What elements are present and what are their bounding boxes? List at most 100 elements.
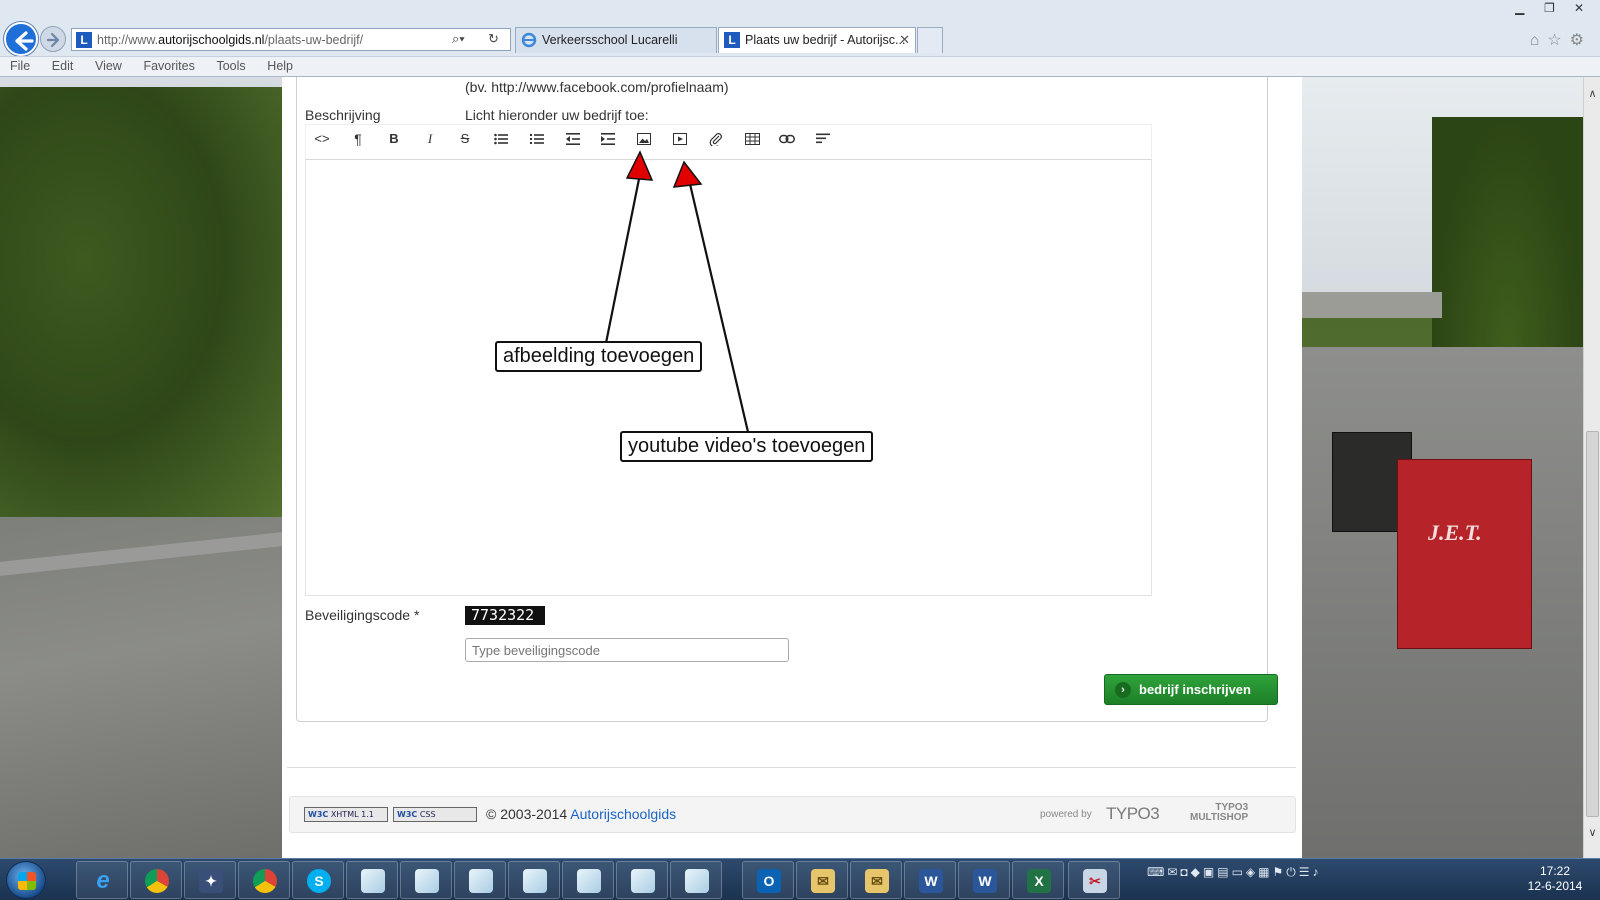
menu-favorites[interactable]: Favorites	[143, 57, 194, 76]
image-icon[interactable]	[629, 124, 659, 154]
flag-icon[interactable]: ⚑	[1272, 865, 1286, 879]
taskbar-paper-3[interactable]	[454, 861, 506, 899]
outlook-tray-icon[interactable]: ◘	[1180, 865, 1190, 879]
close-window-icon[interactable]: ✕	[1566, 1, 1592, 18]
close-tab-icon[interactable]: ✕	[899, 28, 910, 52]
notes-icon[interactable]: ◆	[1191, 865, 1203, 879]
multishop-logo[interactable]: TYPO3 MULTISHOP	[1190, 803, 1248, 823]
taskbar-mail-2[interactable]: ✉	[850, 861, 902, 899]
menu-help[interactable]: Help	[267, 57, 293, 76]
video-icon[interactable]	[665, 124, 695, 154]
captcha-image: 7732322	[465, 606, 545, 625]
start-button[interactable]	[6, 861, 46, 899]
keyboard-icon[interactable]: ⌨	[1147, 865, 1167, 879]
volume-icon[interactable]: ♪	[1313, 865, 1322, 879]
menu-bar: File Edit View Favorites Tools Help	[0, 56, 1600, 76]
italic-icon[interactable]: I	[415, 124, 445, 154]
restore-icon[interactable]: ❐	[1536, 1, 1562, 18]
home-icon[interactable]: ⌂	[1530, 32, 1548, 49]
taskbar-app[interactable]: ✦	[184, 861, 236, 899]
paragraph-icon[interactable]: ¶	[343, 124, 373, 154]
network-icon[interactable]: ▦	[1258, 865, 1272, 879]
taskbar-excel[interactable]: X	[1012, 861, 1064, 899]
clock-time: 17:22	[1539, 864, 1571, 878]
refresh-icon[interactable]: ↻	[488, 31, 499, 47]
tab-verkeersschool[interactable]: Verkeersschool Lucarelli	[515, 27, 717, 53]
taskbar-paper-7[interactable]	[670, 861, 722, 899]
app-icon: ✦	[199, 869, 223, 893]
chrome-icon	[145, 869, 169, 893]
align-icon[interactable]	[808, 124, 838, 154]
taskbar-outlook[interactable]: O	[742, 861, 794, 899]
back-button[interactable]	[4, 22, 38, 56]
description-editor[interactable]	[305, 159, 1152, 596]
description-label: Beschrijving	[305, 107, 381, 123]
favorites-star-icon[interactable]: ☆	[1547, 32, 1569, 49]
bold-icon[interactable]: B	[379, 124, 409, 154]
taskbar-skype[interactable]: S	[292, 861, 344, 899]
search-icon[interactable]: ⌕▾	[452, 31, 465, 47]
power-icon[interactable]: ⏻	[1286, 865, 1299, 879]
taskbar-word-2[interactable]: W	[958, 861, 1010, 899]
link-icon[interactable]	[772, 124, 802, 154]
taskbar-mail-1[interactable]: ✉	[796, 861, 848, 899]
taskbar-clock[interactable]: 17:22 12-6-2014	[1520, 864, 1590, 894]
menu-edit[interactable]: Edit	[52, 57, 74, 76]
tab-plaats-uw-bedrijf[interactable]: L Plaats uw bedrijf - Autorijsc... ✕	[718, 27, 916, 53]
taskbar-paper-6[interactable]	[616, 861, 668, 899]
shield-icon[interactable]: ◈	[1246, 865, 1258, 879]
paper-icon	[415, 869, 439, 893]
excel-icon: X	[1027, 869, 1051, 893]
minimize-icon[interactable]: ▁	[1507, 1, 1533, 18]
typo3-logo[interactable]: TYPO3	[1106, 804, 1160, 824]
taskbar-paper-1[interactable]	[346, 861, 398, 899]
site-favicon-icon: L	[76, 32, 92, 48]
w3c-css-badge[interactable]: W3C CSS	[393, 807, 477, 822]
mail-tray-icon[interactable]: ✉	[1167, 865, 1180, 879]
printer-icon[interactable]: ▤	[1217, 865, 1231, 879]
taskbar-chrome[interactable]	[130, 861, 182, 899]
taskbar-paper-2[interactable]	[400, 861, 452, 899]
tool-icon[interactable]: ▣	[1203, 865, 1217, 879]
indent-icon[interactable]	[593, 124, 623, 154]
footer-divider	[287, 767, 1296, 768]
bullet-list-icon[interactable]	[486, 124, 516, 154]
copyright-link[interactable]: Autorijschoolgids	[570, 806, 676, 822]
taskbar-paper-4[interactable]	[508, 861, 560, 899]
taskbar-snipping[interactable]: ✂	[1068, 861, 1120, 899]
table-icon[interactable]	[737, 124, 767, 154]
file-link-icon[interactable]	[701, 124, 731, 154]
word-icon: W	[919, 869, 943, 893]
captcha-label: Beveiligingscode *	[305, 607, 420, 623]
video-callout: youtube video's toevoegen	[620, 431, 874, 462]
menu-tools[interactable]: Tools	[216, 57, 245, 76]
scroll-thumb[interactable]	[1586, 431, 1599, 817]
paper-icon	[523, 869, 547, 893]
wifi-icon[interactable]: ☰	[1299, 865, 1313, 879]
submit-button[interactable]: › bedrijf inschrijven	[1104, 674, 1278, 705]
menu-view[interactable]: View	[95, 57, 122, 76]
taskbar-word-1[interactable]: W	[904, 861, 956, 899]
browser-tools: ⌂☆⚙	[1530, 30, 1592, 50]
battery-icon[interactable]: ▭	[1232, 865, 1246, 879]
taskbar-chrome-2[interactable]	[238, 861, 290, 899]
word-icon: W	[973, 869, 997, 893]
forward-button[interactable]	[40, 26, 66, 52]
image-callout: afbeelding toevoegen	[495, 341, 703, 372]
vertical-scrollbar[interactable]: ∧ ∨	[1583, 77, 1600, 858]
taskbar-ie[interactable]: e	[76, 861, 128, 899]
taskbar-paper-5[interactable]	[562, 861, 614, 899]
new-tab-button[interactable]	[917, 27, 943, 53]
address-url[interactable]: http://www.autorijschoolgids.nl/plaats-u…	[97, 33, 363, 47]
address-bar[interactable]: L http://www.autorijschoolgids.nl/plaats…	[71, 28, 511, 51]
numbered-list-icon[interactable]	[522, 124, 552, 154]
menu-file[interactable]: File	[10, 57, 30, 76]
outdent-icon[interactable]	[558, 124, 588, 154]
w3c-xhtml-badge[interactable]: W3C XHTML 1.1	[304, 807, 388, 822]
captcha-input[interactable]	[465, 638, 789, 662]
strikethrough-icon[interactable]: S	[450, 124, 480, 154]
html-source-icon[interactable]: <>	[307, 124, 337, 154]
scroll-up-icon[interactable]: ∧	[1586, 87, 1599, 103]
scroll-down-icon[interactable]: ∨	[1586, 826, 1599, 842]
settings-gear-icon[interactable]: ⚙	[1570, 32, 1592, 49]
